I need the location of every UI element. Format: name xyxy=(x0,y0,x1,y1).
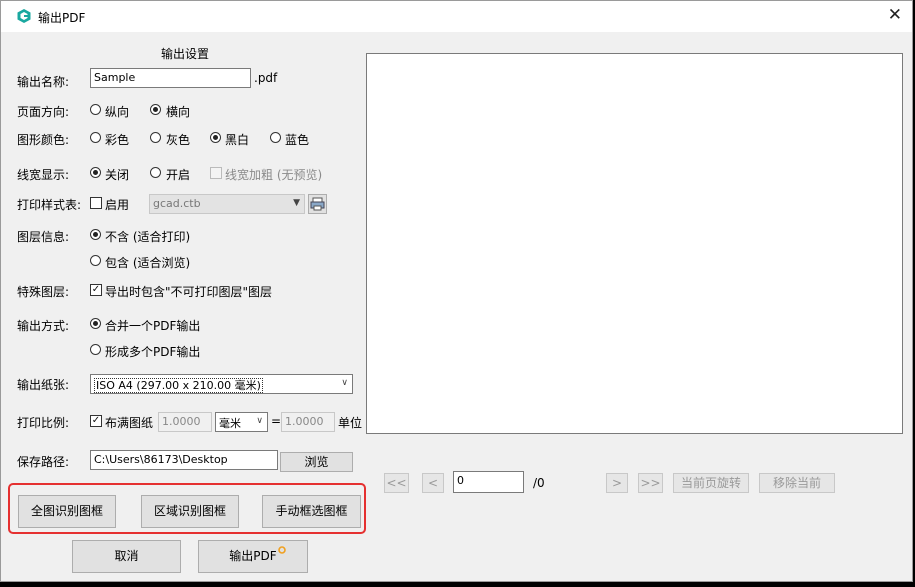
plot-style-select[interactable]: gcad.ctb ▼ xyxy=(149,194,305,214)
color-blue-label[interactable]: 蓝色 xyxy=(285,131,309,148)
paper-label: 输出纸张: xyxy=(17,378,70,392)
pdf-suffix: .pdf xyxy=(254,71,278,85)
app-logo-icon xyxy=(17,9,31,23)
orientation-landscape-radio[interactable] xyxy=(150,104,161,115)
color-gray-label[interactable]: 灰色 xyxy=(166,131,190,148)
badge-icon xyxy=(278,546,286,554)
color-color-radio[interactable] xyxy=(90,132,101,143)
fit-paper-label[interactable]: 布满图纸 xyxy=(105,414,153,431)
window-title: 输出PDF xyxy=(38,11,86,25)
special-layer-checkbox[interactable] xyxy=(90,284,102,296)
color-blue-radio[interactable] xyxy=(270,132,281,143)
page-total: /0 xyxy=(533,476,545,490)
export-pdf-button[interactable]: 输出PDF xyxy=(198,540,308,573)
color-gray-radio[interactable] xyxy=(150,132,161,143)
plot-style-label: 打印样式表: xyxy=(17,198,82,212)
plot-style-enable-checkbox[interactable] xyxy=(90,197,102,209)
output-multiple-radio[interactable] xyxy=(90,344,101,355)
orientation-portrait-label[interactable]: 纵向 xyxy=(105,103,129,120)
special-layer-checkbox-label[interactable]: 导出时包含"不可打印图层"图层 xyxy=(105,283,272,300)
color-color-label[interactable]: 彩色 xyxy=(105,131,129,148)
next-page-button[interactable]: > xyxy=(606,473,628,493)
layer-info-label: 图层信息: xyxy=(17,230,70,244)
page-number-input[interactable]: 0 xyxy=(453,471,524,493)
export-pdf-label: 输出PDF xyxy=(229,549,277,563)
plot-style-enable-label[interactable]: 启用 xyxy=(105,196,129,213)
line-width-off-radio[interactable] xyxy=(90,167,101,178)
cancel-button[interactable]: 取消 xyxy=(72,540,181,573)
scale-value-2-input[interactable]: 1.0000 xyxy=(281,412,335,432)
scale-unit-value: 毫米 xyxy=(219,417,241,430)
line-bold-checkbox[interactable] xyxy=(210,167,222,179)
close-icon[interactable]: ✕ xyxy=(888,4,902,26)
chevron-down-icon: ∨ xyxy=(256,416,263,426)
scale-value-1-input[interactable]: 1.0000 xyxy=(158,412,212,432)
layer-include-radio[interactable] xyxy=(90,255,101,266)
pdf-preview-pane xyxy=(366,53,903,434)
color-bw-radio[interactable] xyxy=(210,132,221,143)
output-mode-label: 输出方式: xyxy=(17,319,70,333)
orientation-landscape-label[interactable]: 横向 xyxy=(166,103,190,120)
settings-heading: 输出设置 xyxy=(161,47,210,61)
rotate-page-button[interactable]: 当前页旋转 xyxy=(673,473,749,493)
layer-include-label[interactable]: 包含 (适合浏览) xyxy=(105,254,190,271)
prev-page-button[interactable]: < xyxy=(422,473,444,493)
layer-exclude-label[interactable]: 不含 (适合打印) xyxy=(105,228,190,245)
scale-label: 打印比例: xyxy=(17,416,70,430)
paper-value: ISO A4 (297.00 x 210.00 毫米) xyxy=(94,378,263,393)
chevron-down-icon: ∨ xyxy=(341,378,348,388)
output-merge-radio[interactable] xyxy=(90,318,101,329)
manual-frame-select-button[interactable]: 手动框选图框 xyxy=(262,495,361,528)
line-width-label: 线宽显示: xyxy=(17,168,70,182)
output-name-label: 输出名称: xyxy=(17,75,70,89)
scale-equals: = xyxy=(271,414,282,428)
plot-style-value: gcad.ctb xyxy=(153,197,201,210)
save-path-label: 保存路径: xyxy=(17,455,70,469)
line-width-off-label[interactable]: 关闭 xyxy=(105,166,129,183)
scale-unit-label: 单位 xyxy=(338,416,363,430)
paper-select[interactable]: ISO A4 (297.00 x 210.00 毫米) ∨ xyxy=(90,374,353,394)
export-pdf-dialog: 输出PDF ✕ 输出设置 输出名称: Sample .pdf 页面方向: 纵向 … xyxy=(0,0,913,582)
line-width-on-radio[interactable] xyxy=(150,167,161,178)
line-bold-label: 线宽加粗 (无预览) xyxy=(225,168,323,182)
color-bw-label[interactable]: 黑白 xyxy=(225,131,249,148)
browse-button[interactable]: 浏览 xyxy=(280,452,353,472)
save-path-input[interactable]: C:\Users\86173\Desktop xyxy=(90,450,278,470)
chevron-down-icon: ▼ xyxy=(293,198,300,208)
output-multiple-label[interactable]: 形成多个PDF输出 xyxy=(105,343,200,360)
orientation-label: 页面方向: xyxy=(17,105,70,119)
fit-paper-checkbox[interactable] xyxy=(90,415,102,427)
printer-icon xyxy=(310,197,325,211)
special-layer-label: 特殊图层: xyxy=(17,285,70,299)
title-bar: 输出PDF ✕ xyxy=(1,1,912,32)
layer-exclude-radio[interactable] xyxy=(90,229,101,240)
output-merge-label[interactable]: 合并一个PDF输出 xyxy=(105,317,200,334)
line-width-on-label[interactable]: 开启 xyxy=(166,166,190,183)
orientation-portrait-radio[interactable] xyxy=(90,104,101,115)
color-label: 图形颜色: xyxy=(17,133,70,147)
remove-current-button[interactable]: 移除当前 xyxy=(759,473,835,493)
plot-style-edit-button[interactable] xyxy=(308,194,327,214)
region-frame-detect-button[interactable]: 区域识别图框 xyxy=(141,495,239,528)
last-page-button[interactable]: >> xyxy=(638,473,663,493)
scale-unit-select[interactable]: 毫米 ∨ xyxy=(215,412,268,432)
output-name-input[interactable]: Sample xyxy=(90,68,251,88)
full-frame-detect-button[interactable]: 全图识别图框 xyxy=(18,495,116,528)
first-page-button[interactable]: << xyxy=(384,473,409,493)
